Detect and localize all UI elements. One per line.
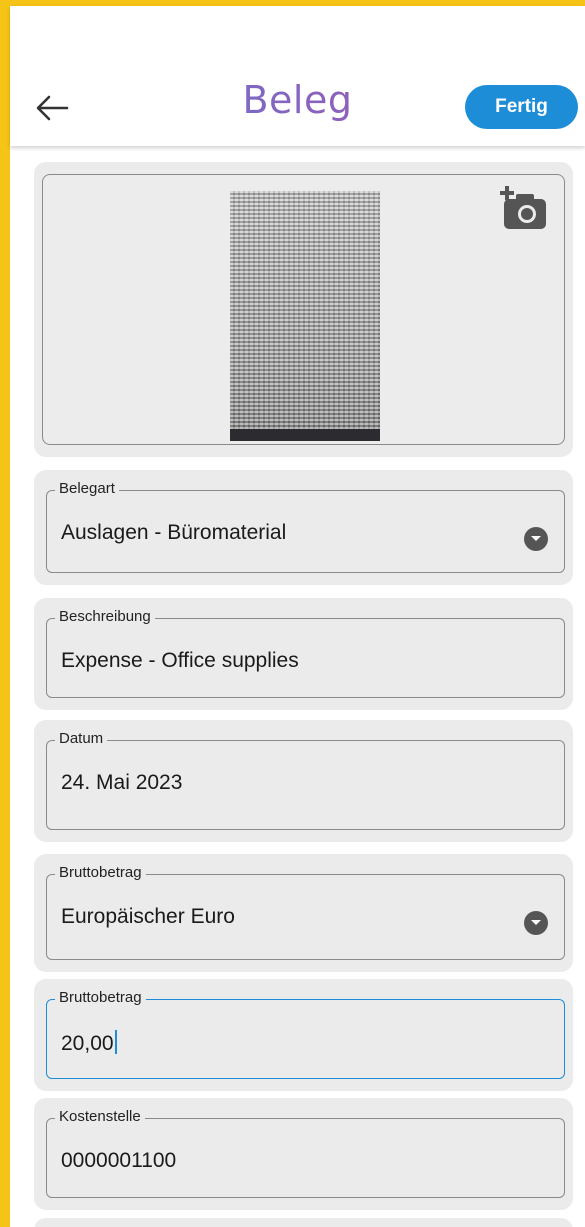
belegart-card: Belegart Auslagen - Büromaterial <box>34 470 573 585</box>
datum-label: Datum <box>55 730 108 747</box>
app-header: Beleg Fertig <box>10 6 585 146</box>
waehrung-select[interactable]: Bruttobetrag Europäischer Euro <box>46 864 565 960</box>
waehrung-label: Bruttobetrag <box>55 864 146 881</box>
photo-taskbar <box>230 429 380 441</box>
datum-input[interactable]: Datum 24. Mai 2023 <box>46 730 565 830</box>
waehrung-card: Bruttobetrag Europäischer Euro <box>34 854 573 972</box>
chevron-down-icon[interactable] <box>524 911 548 935</box>
receipt-image-card <box>34 162 573 457</box>
chevron-down-icon[interactable] <box>524 527 548 551</box>
beschreibung-value: Expense - Office supplies <box>61 649 299 672</box>
beschreibung-label: Beschreibung <box>55 608 155 625</box>
receipt-photo[interactable] <box>230 191 380 441</box>
belegart-select[interactable]: Belegart Auslagen - Büromaterial <box>46 480 565 573</box>
next-field-card <box>34 1218 573 1227</box>
betrag-card: Bruttobetrag 20,00 <box>34 979 573 1091</box>
waehrung-value: Europäischer Euro <box>61 905 235 928</box>
beschreibung-input[interactable]: Beschreibung Expense - Office supplies <box>46 608 565 698</box>
datum-card: Datum 24. Mai 2023 <box>34 720 573 842</box>
form-content: Belegart Auslagen - Büromaterial Beschre… <box>10 146 585 1227</box>
screen: Beleg Fertig Belegart Auslagen - Büromat… <box>10 6 585 1227</box>
betrag-value-wrap: 20,00 <box>61 1030 117 1056</box>
done-button[interactable]: Fertig <box>465 85 578 129</box>
betrag-value: 20,00 <box>61 1032 114 1055</box>
betrag-label: Bruttobetrag <box>55 989 146 1006</box>
kostenstelle-label: Kostenstelle <box>55 1108 145 1125</box>
belegart-label: Belegart <box>55 480 119 497</box>
receipt-image-frame[interactable] <box>42 174 565 445</box>
belegart-value: Auslagen - Büromaterial <box>61 521 287 544</box>
kostenstelle-value: 0000001100 <box>61 1149 177 1172</box>
kostenstelle-card: Kostenstelle 0000001100 <box>34 1098 573 1210</box>
beschreibung-card: Beschreibung Expense - Office supplies <box>34 598 573 710</box>
betrag-input[interactable]: Bruttobetrag 20,00 <box>46 989 565 1079</box>
text-cursor <box>114 1030 117 1054</box>
add-camera-icon[interactable] <box>500 185 550 231</box>
kostenstelle-input[interactable]: Kostenstelle 0000001100 <box>46 1108 565 1198</box>
datum-value: 24. Mai 2023 <box>61 771 183 794</box>
